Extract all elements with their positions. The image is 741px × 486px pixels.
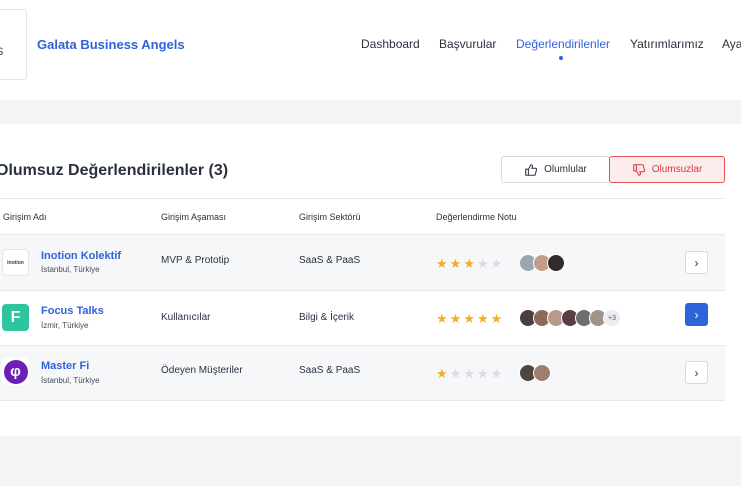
- startup-name[interactable]: Focus Talks: [41, 305, 104, 317]
- reviewer-avatars: +3: [519, 309, 621, 327]
- star-filled-icon: ★: [449, 256, 462, 271]
- row-open-button[interactable]: ›: [685, 303, 708, 326]
- star-filled-icon: ★: [436, 366, 448, 381]
- chevron-right-icon: ›: [694, 365, 699, 380]
- page-title: Olumsuz Değerlendirilenler (3): [0, 162, 229, 179]
- startup-location: İstanbul, Türkiye: [41, 376, 100, 385]
- table-row[interactable]: F Focus Talks İzmir, Türkiye Kullanıcıla…: [0, 291, 725, 345]
- nav-dashboard[interactable]: Dashboard: [361, 37, 420, 51]
- avatar: [533, 364, 551, 382]
- star-filled-icon: ★: [490, 311, 503, 326]
- star-filled-icon: ★: [436, 311, 448, 326]
- nav-evaluated[interactable]: Değerlendirilenler: [516, 37, 610, 51]
- startup-sector: SaaS & PaaS: [299, 255, 361, 266]
- star-filled-icon: ★: [476, 311, 489, 326]
- filter-negative-button[interactable]: Olumsuzlar: [609, 156, 725, 183]
- chevron-right-icon: ›: [694, 307, 699, 322]
- chevron-right-icon: ›: [694, 255, 699, 270]
- star-empty-icon: ★: [490, 366, 503, 381]
- startup-stage: MVP & Prototip: [161, 255, 230, 266]
- master-fi-logo-mark: φ: [3, 359, 28, 384]
- star-empty-icon: ★: [490, 256, 503, 271]
- rating-stars: ★ ★ ★ ★ ★: [436, 367, 502, 380]
- rating-stars: ★ ★ ★ ★ ★: [436, 257, 502, 270]
- startup-location: İstanbul, Türkiye: [41, 265, 100, 274]
- avatar: [547, 254, 565, 272]
- startup-sector: SaaS & PaaS: [299, 365, 361, 376]
- column-header-name[interactable]: Girişim Adı: [3, 212, 47, 222]
- table-row[interactable]: φ Master Fi İstanbul, Türkiye Ödeyen Müş…: [0, 346, 725, 400]
- star-filled-icon: ★: [449, 311, 462, 326]
- star-empty-icon: ★: [476, 256, 489, 271]
- star-empty-icon: ★: [476, 366, 489, 381]
- thumbs-up-icon: [525, 163, 538, 176]
- nav-applications[interactable]: Başvurular: [439, 37, 496, 51]
- star-filled-icon: ★: [463, 311, 475, 326]
- column-header-stage[interactable]: Girişim Aşaması: [161, 212, 226, 222]
- startup-stage: Kullanıcılar: [161, 312, 211, 323]
- startup-name[interactable]: Master Fi: [41, 360, 89, 372]
- column-header-rating[interactable]: Değerlendirme Notu: [436, 212, 517, 222]
- active-nav-indicator: [559, 56, 563, 60]
- filter-positive-button[interactable]: Olumlular: [501, 156, 610, 183]
- startup-location: İzmir, Türkiye: [41, 321, 89, 330]
- org-logo[interactable]: S: [0, 9, 27, 80]
- nav-investments[interactable]: Yatırımlarımız: [630, 37, 704, 51]
- reviewer-avatars: [519, 254, 565, 272]
- startup-logo: inotion: [2, 249, 29, 276]
- brand-name[interactable]: Galata Business Angels: [37, 37, 185, 52]
- table-row[interactable]: inotion Inotion Kolektif İstanbul, Türki…: [0, 235, 725, 290]
- filter-positive-label: Olumlular: [544, 164, 587, 175]
- thumbs-down-icon: [632, 163, 645, 176]
- more-reviewers-badge[interactable]: +3: [603, 309, 621, 327]
- top-header: S Galata Business Angels Dashboard Başvu…: [0, 0, 741, 100]
- reviewer-avatars: [519, 364, 551, 382]
- star-filled-icon: ★: [463, 256, 475, 271]
- startup-name[interactable]: Inotion Kolektif: [41, 250, 121, 262]
- table-top-divider: [0, 198, 725, 199]
- startup-logo: F: [2, 304, 29, 331]
- nav-more[interactable]: Aya: [722, 37, 741, 51]
- star-filled-icon: ★: [436, 256, 448, 271]
- rating-stars: ★ ★ ★ ★ ★: [436, 312, 502, 325]
- startup-stage: Ödeyen Müşteriler: [161, 365, 243, 376]
- star-empty-icon: ★: [449, 366, 462, 381]
- startup-logo: φ: [2, 358, 29, 385]
- filter-negative-label: Olumsuzlar: [651, 164, 703, 175]
- column-header-sector[interactable]: Girişim Sektörü: [299, 212, 361, 222]
- startup-sector: Bilgi & İçerik: [299, 312, 355, 323]
- row-divider: [0, 400, 725, 401]
- star-empty-icon: ★: [463, 366, 475, 381]
- row-open-button[interactable]: ›: [685, 361, 708, 384]
- row-open-button[interactable]: ›: [685, 251, 708, 274]
